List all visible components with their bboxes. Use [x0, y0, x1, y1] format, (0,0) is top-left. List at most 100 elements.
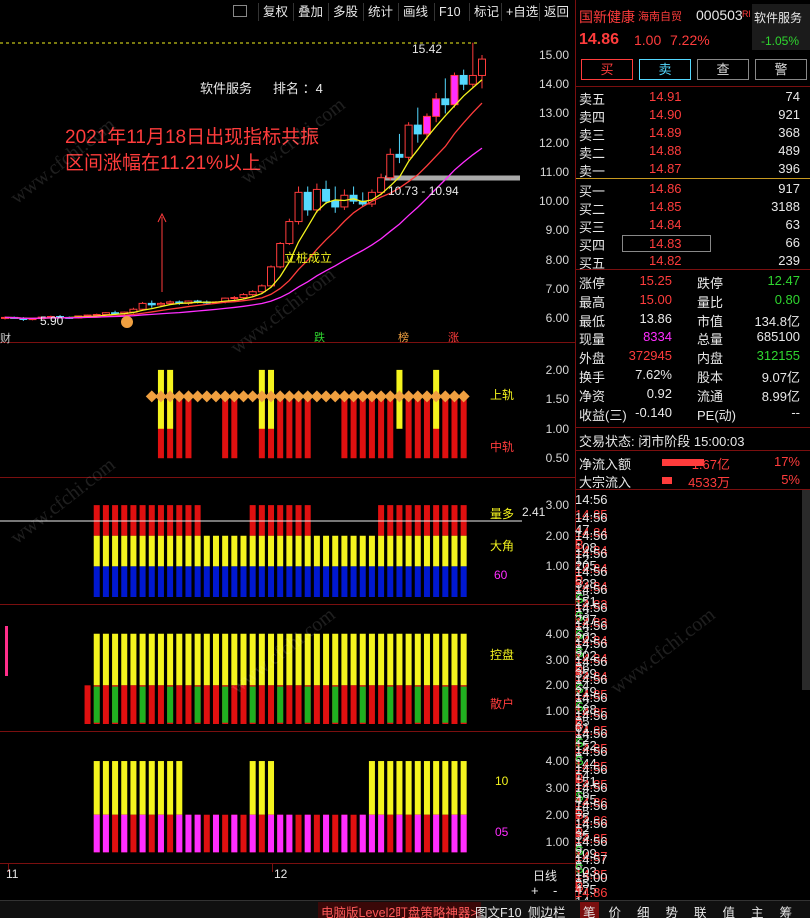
indicator-bar [231, 399, 238, 459]
indicator-bar [112, 566, 119, 597]
indicator-bar [121, 633, 128, 686]
indicator-panel-1[interactable]: 2.00 1.50 1.00 0.50 上轨 中轨 [0, 344, 575, 478]
period-daily[interactable]: 日线 [533, 867, 557, 884]
zoom-out-button[interactable]: - [553, 883, 557, 898]
label-control: 控盘 [490, 648, 515, 662]
window-icon[interactable] [233, 5, 247, 17]
candle[interactable] [450, 74, 459, 106]
promo-link[interactable]: 电脑版Level2盯盘策略神器> [318, 902, 481, 918]
candle[interactable] [404, 124, 413, 158]
toolbar-button-7[interactable]: +自选 [501, 3, 542, 21]
bid-price[interactable]: 14.84 [649, 217, 682, 232]
indicator-chart-3[interactable] [0, 606, 575, 732]
indicator-panel-3[interactable]: 4.00 3.00 2.00 1.00 控盘 散户 [0, 606, 575, 732]
candle[interactable] [432, 98, 441, 117]
indicator-panel-4[interactable]: 4.00 3.00 2.00 1.00 10 05 [0, 733, 575, 863]
candle[interactable] [459, 74, 468, 85]
tick-time: 14:56 [575, 834, 608, 849]
buy-button[interactable]: 买 [581, 59, 633, 80]
candle[interactable] [138, 302, 147, 310]
marker-bang[interactable]: 榜 [398, 329, 409, 345]
candle[interactable] [294, 191, 303, 223]
sell-button[interactable]: 卖 [639, 59, 691, 80]
toolbar-button-2[interactable]: 多股 [328, 3, 362, 21]
candle[interactable] [147, 302, 156, 306]
side-tab-3[interactable]: 势 [666, 902, 679, 918]
side-tab-0[interactable]: 笔 [580, 902, 599, 918]
candle[interactable] [230, 297, 239, 300]
candle[interactable] [257, 285, 266, 293]
candle[interactable] [156, 302, 165, 306]
f10-tab[interactable]: 图文F10 [475, 902, 522, 918]
candle[interactable] [478, 58, 486, 76]
stat-key: 收益(三) [579, 407, 627, 423]
candle[interactable] [441, 98, 450, 106]
candle[interactable] [267, 266, 276, 287]
candle[interactable] [322, 188, 331, 202]
indicator-bar [93, 633, 100, 686]
f10-button[interactable]: F10 [434, 3, 465, 21]
candle[interactable] [101, 312, 110, 315]
indicator-bar [313, 535, 320, 567]
indicator-bar [405, 814, 412, 853]
stat-key: 涨停 [579, 276, 606, 291]
candle[interactable] [285, 221, 294, 244]
toolbar-button-3[interactable]: 统计 [363, 3, 397, 21]
toolbar-button-8[interactable]: 返回 [539, 3, 573, 21]
candle[interactable] [248, 291, 257, 296]
bid-price[interactable]: 14.85 [649, 199, 682, 214]
indicator-bar [396, 633, 403, 686]
candle[interactable] [386, 153, 395, 179]
indicator-bar [423, 633, 430, 686]
indicator-bar [130, 535, 137, 567]
marker-die[interactable]: 跌 [314, 329, 325, 345]
side-tab-2[interactable]: 细 [637, 902, 650, 918]
candle[interactable] [422, 115, 431, 135]
ask-price[interactable]: 14.90 [649, 107, 682, 122]
candle[interactable] [468, 74, 477, 85]
query-button[interactable]: 查 [697, 59, 749, 80]
candle[interactable] [413, 124, 422, 135]
ask-price[interactable]: 14.89 [649, 125, 682, 140]
stat-value: 15.00 [639, 291, 672, 307]
indicator-bar [442, 814, 449, 853]
ask-price[interactable]: 14.88 [649, 143, 682, 158]
sector-name[interactable]: 软件服务 [754, 9, 802, 26]
side-tab-1[interactable]: 价 [609, 902, 622, 918]
bid-price[interactable]: 14.86 [649, 181, 682, 196]
toolbar-button-6[interactable]: 标记 [469, 3, 503, 21]
side-tab-4[interactable]: 联 [694, 902, 707, 918]
candle[interactable] [331, 200, 340, 208]
alert-button[interactable]: 警 [755, 59, 807, 80]
stock-tag[interactable]: 海南自贸 [638, 8, 682, 24]
bid-price[interactable]: 14.82 [649, 253, 682, 268]
marker-zhang[interactable]: 涨 [448, 329, 459, 345]
candle[interactable] [377, 177, 386, 193]
indicator-chart-1[interactable] [0, 344, 575, 478]
zoom-in-button[interactable]: + [531, 883, 539, 898]
candle[interactable] [395, 153, 404, 158]
candle[interactable] [166, 301, 175, 304]
ask-price[interactable]: 14.91 [649, 89, 682, 104]
indicator-bar [222, 686, 229, 723]
toolbar-button-0[interactable]: 复权 [258, 3, 292, 21]
side-tab-6[interactable]: 主 [751, 902, 764, 918]
candle[interactable] [276, 242, 285, 268]
toolbar-button-4[interactable]: 画线 [398, 3, 432, 21]
bid-price[interactable]: 14.83 [622, 235, 711, 252]
candle[interactable] [239, 294, 248, 299]
indicator-bar [442, 633, 449, 686]
candle[interactable] [312, 188, 321, 211]
ask-price[interactable]: 14.87 [649, 161, 682, 176]
side-tab-7[interactable]: 筹 [780, 902, 793, 918]
side-tab-5[interactable]: 值 [723, 902, 736, 918]
low-label: 5.90 [40, 314, 64, 328]
indicator-bar [286, 814, 293, 853]
indicator-bar [304, 399, 311, 459]
indicator-bar [295, 814, 302, 853]
indicator-chart-4[interactable] [0, 733, 575, 863]
candle[interactable] [303, 191, 312, 211]
sidebar-tab[interactable]: 侧边栏 [528, 902, 566, 918]
toolbar-button-1[interactable]: 叠加 [293, 3, 327, 21]
indicator-bar [121, 505, 128, 536]
